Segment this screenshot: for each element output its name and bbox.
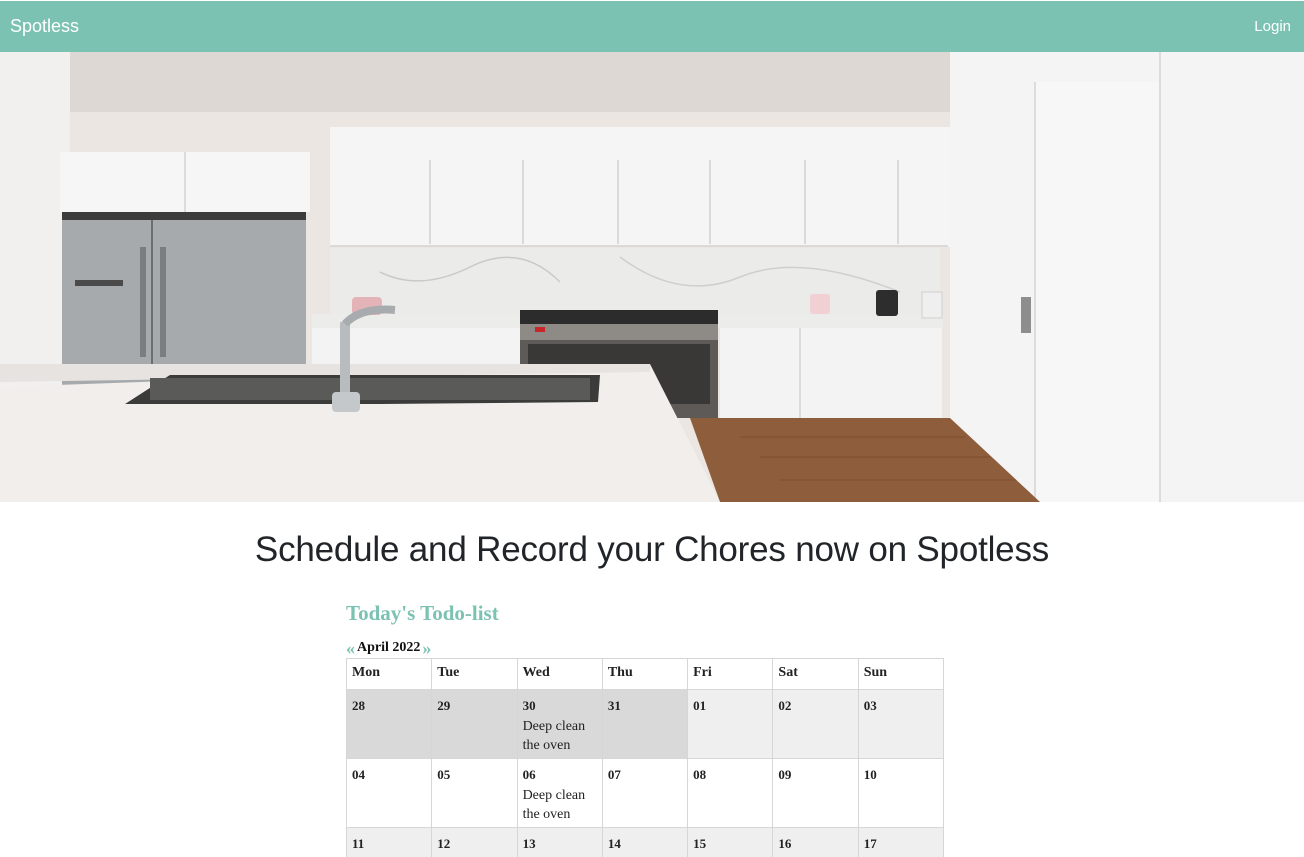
day-number: 10 — [863, 767, 877, 782]
day-number: 08 — [693, 767, 707, 782]
weekday-header-row: Mon Tue Wed Thu Fri Sat Sun — [345, 658, 945, 690]
day-cell[interactable]: 02 — [772, 689, 859, 759]
day-number: 30 — [522, 698, 536, 713]
brand-link[interactable]: Spotless — [10, 16, 79, 37]
day-cell[interactable]: 10 — [857, 758, 945, 828]
day-cell[interactable]: 17 — [857, 827, 945, 857]
todo-list-title: Today's Todo-list — [346, 601, 499, 625]
day-cell[interactable]: 30 Deep clean the oven — [516, 689, 603, 759]
day-cell[interactable]: 11 — [345, 827, 433, 857]
day-number: 31 — [607, 698, 621, 713]
day-number: 11 — [352, 836, 365, 851]
week-row: 04 05 06 Deep clean the oven 07 08 09 10 — [345, 758, 945, 828]
day-cell[interactable]: 29 — [431, 689, 518, 759]
weekday-header: Fri — [687, 658, 774, 690]
day-number: 14 — [607, 836, 621, 851]
day-number: 04 — [352, 767, 365, 782]
day-number: 28 — [352, 698, 365, 713]
day-cell[interactable]: 06 Deep clean the oven — [516, 758, 603, 828]
hero-kitchen-image — [0, 52, 1304, 502]
day-cell[interactable]: 03 — [857, 689, 945, 759]
day-number: 12 — [437, 836, 451, 851]
day-number: 09 — [778, 767, 792, 782]
day-cell[interactable]: 13 — [516, 827, 603, 857]
week-row: 11 12 13 14 15 16 17 — [345, 827, 945, 857]
top-navbar: Spotless Login — [0, 1, 1304, 52]
chore-event[interactable]: Deep clean the oven — [523, 717, 597, 755]
day-number: 07 — [607, 767, 621, 782]
weekday-header: Tue — [431, 658, 518, 690]
prev-month-chevron-icon[interactable]: « — [346, 639, 355, 657]
day-number: 15 — [693, 836, 707, 851]
day-cell[interactable]: 05 — [431, 758, 518, 828]
weekday-header: Sun — [857, 658, 945, 690]
weekday-header: Thu — [601, 658, 689, 690]
day-cell[interactable]: 04 — [345, 758, 433, 828]
day-cell[interactable]: 28 — [345, 689, 433, 759]
week-row: 28 29 30 Deep clean the oven 31 01 02 03 — [345, 689, 945, 759]
day-number: 05 — [437, 767, 451, 782]
calendar-grid: Mon Tue Wed Thu Fri Sat Sun 28 29 30 Deep… — [345, 658, 945, 857]
chore-event[interactable]: Deep clean the oven — [523, 786, 597, 824]
weekday-header: Wed — [516, 658, 603, 690]
day-number: 16 — [778, 836, 792, 851]
day-number: 06 — [522, 767, 536, 782]
day-number: 29 — [437, 698, 451, 713]
day-number: 17 — [863, 836, 877, 851]
day-number: 02 — [778, 698, 792, 713]
day-number: 01 — [693, 698, 707, 713]
day-cell[interactable]: 31 — [601, 689, 689, 759]
day-number: 13 — [522, 836, 536, 851]
month-label: April 2022 — [357, 640, 421, 655]
month-navigation: « April 2022 » — [346, 638, 946, 658]
day-cell[interactable]: 14 — [601, 827, 689, 857]
day-cell[interactable]: 16 — [772, 827, 859, 857]
day-cell[interactable]: 15 — [687, 827, 774, 857]
weekday-header: Mon — [345, 658, 433, 690]
day-cell[interactable]: 01 — [687, 689, 774, 759]
next-month-chevron-icon[interactable]: » — [422, 639, 431, 657]
kitchen-illustration — [0, 52, 1304, 502]
todo-calendar: Today's Todo-list « April 2022 » Mon Tue… — [345, 598, 946, 857]
day-cell[interactable]: 07 — [601, 758, 689, 828]
day-cell[interactable]: 08 — [687, 758, 774, 828]
weekday-header: Sat — [772, 658, 859, 690]
login-link[interactable]: Login — [1254, 18, 1291, 35]
page-headline: Schedule and Record your Chores now on S… — [254, 530, 1050, 569]
day-cell[interactable]: 12 — [431, 827, 518, 857]
day-cell[interactable]: 09 — [772, 758, 859, 828]
day-number: 03 — [863, 698, 877, 713]
